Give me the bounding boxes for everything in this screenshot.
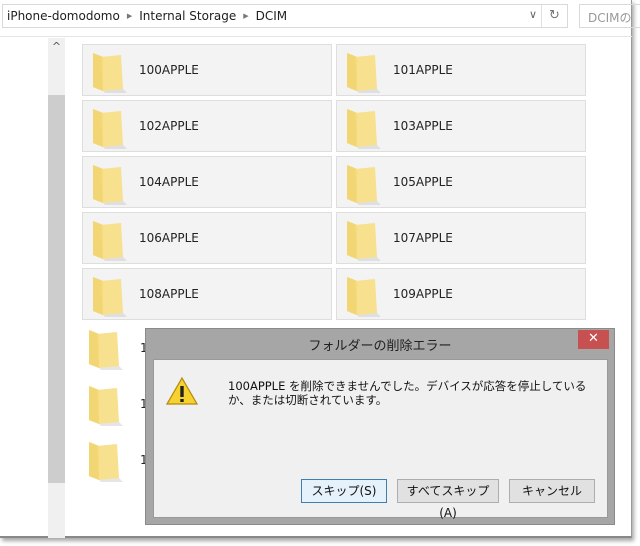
address-bar[interactable]: iPhone-domodomo ▶ Internal Storage ▶ DCI… bbox=[2, 4, 568, 28]
folder-item[interactable]: 105APPLE bbox=[336, 156, 586, 208]
folder-item[interactable]: 1 bbox=[85, 434, 148, 486]
folder-icon bbox=[343, 217, 381, 261]
folder-item[interactable]: 108APPLE bbox=[82, 268, 332, 320]
folder-icon bbox=[89, 49, 127, 93]
scrollbar[interactable]: ^ bbox=[48, 38, 65, 538]
folder-icon bbox=[343, 161, 381, 205]
refresh-icon[interactable]: ↻ bbox=[541, 5, 567, 27]
folder-item[interactable]: 101APPLE bbox=[336, 44, 586, 96]
folder-label: 101APPLE bbox=[393, 63, 453, 77]
dialog-message: 100APPLE を削除できませんでした。デバイスが応答を停止しているか、または… bbox=[228, 379, 587, 407]
error-dialog: フォルダーの削除エラー ✕ 100APPLE を削除できませんでした。デバイスが… bbox=[145, 328, 615, 525]
folder-item[interactable]: 102APPLE bbox=[82, 100, 332, 152]
folder-item[interactable]: 1 bbox=[85, 322, 148, 374]
divider bbox=[0, 36, 632, 37]
scroll-up-icon[interactable]: ^ bbox=[48, 40, 65, 56]
folder-label: 107APPLE bbox=[393, 231, 453, 245]
folder-icon bbox=[85, 326, 123, 370]
cancel-button[interactable]: キャンセル bbox=[509, 479, 595, 503]
folder-label: 103APPLE bbox=[393, 119, 453, 133]
scrollbar-thumb[interactable] bbox=[48, 95, 65, 483]
folder-label: 102APPLE bbox=[139, 119, 199, 133]
folder-label: 100APPLE bbox=[139, 63, 199, 77]
chevron-down-icon[interactable]: ∨ bbox=[529, 8, 537, 21]
breadcrumb-dcim[interactable]: DCIM bbox=[252, 9, 292, 23]
breadcrumb-internal-storage[interactable]: Internal Storage bbox=[135, 9, 240, 23]
chevron-right-icon[interactable]: ▶ bbox=[240, 12, 251, 20]
folder-label: 108APPLE bbox=[139, 287, 199, 301]
folder-item[interactable]: 1 bbox=[85, 378, 148, 430]
folder-icon bbox=[343, 49, 381, 93]
folder-label: 106APPLE bbox=[139, 231, 199, 245]
dialog-body: 100APPLE を削除できませんでした。デバイスが応答を停止しているか、または… bbox=[153, 359, 608, 520]
folder-icon bbox=[89, 217, 127, 261]
skip-all-button[interactable]: すべてスキップ(A) bbox=[397, 479, 499, 520]
folder-item[interactable]: 103APPLE bbox=[336, 100, 586, 152]
chevron-right-icon[interactable]: ▶ bbox=[124, 12, 135, 20]
folder-item[interactable]: 109APPLE bbox=[336, 268, 586, 320]
folder-icon bbox=[89, 273, 127, 317]
dialog-title: フォルダーの削除エラー bbox=[308, 339, 452, 354]
folder-icon bbox=[343, 273, 381, 317]
folder-label: 104APPLE bbox=[139, 175, 199, 189]
folder-item[interactable]: 104APPLE bbox=[82, 156, 332, 208]
breadcrumb-device[interactable]: iPhone-domodomo bbox=[3, 9, 124, 23]
folder-item[interactable]: 106APPLE bbox=[82, 212, 332, 264]
search-input[interactable]: DCIMの bbox=[579, 4, 640, 28]
folder-item[interactable]: 107APPLE bbox=[336, 212, 586, 264]
warning-icon bbox=[166, 376, 198, 405]
folder-label: 105APPLE bbox=[393, 175, 453, 189]
folder-label: 109APPLE bbox=[393, 287, 453, 301]
folder-icon bbox=[343, 105, 381, 149]
folder-icon bbox=[85, 382, 123, 426]
folder-item[interactable]: 100APPLE bbox=[82, 44, 332, 96]
folder-icon bbox=[89, 105, 127, 149]
folder-icon bbox=[85, 438, 123, 482]
close-button[interactable]: ✕ bbox=[578, 330, 609, 349]
folder-icon bbox=[89, 161, 127, 205]
skip-button[interactable]: スキップ(S) bbox=[301, 479, 387, 503]
